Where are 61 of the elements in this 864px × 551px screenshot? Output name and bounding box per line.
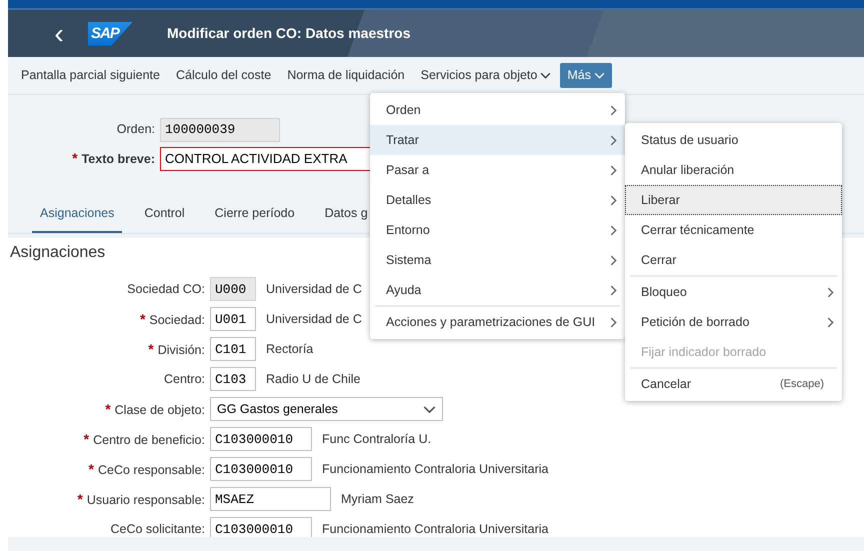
required-mark: *	[84, 430, 90, 446]
field-label: División:	[158, 342, 205, 356]
toolbar-button[interactable]: Pantalla parcial siguiente	[14, 63, 167, 88]
menu-item[interactable]: Sistema	[370, 245, 625, 275]
back-button[interactable]: ‹	[44, 18, 74, 48]
logo: SAP	[88, 22, 133, 46]
menu-item[interactable]: Ayuda	[370, 275, 625, 305]
field-description: Funcionamiento Contraloria Universitaria	[322, 520, 548, 538]
field-label: Sociedad:	[149, 312, 205, 326]
field-description: Rectoría	[266, 340, 314, 358]
required-mark: *	[88, 460, 94, 476]
field-label: Clase de objeto:	[114, 402, 205, 416]
input-field[interactable]: C103000010	[210, 427, 312, 451]
menu-item[interactable]: Cancelar (Escape)	[625, 369, 842, 399]
section-title: Asignaciones	[10, 244, 106, 261]
field-description: Funcionamiento Contraloria Universitaria	[322, 460, 548, 478]
page-title: Modificar orden CO: Datos maestros	[167, 24, 410, 43]
tab[interactable]: Cierre período	[206, 198, 303, 233]
field-description: Func Contraloría U.	[322, 430, 432, 448]
field-description: Universidad de C	[266, 310, 362, 328]
toolbar-button[interactable]: Más	[560, 63, 612, 88]
menu-item[interactable]: Cerrar	[625, 245, 842, 275]
field-label: Centro:	[164, 372, 205, 386]
field-description: Myriam Saez	[341, 490, 414, 508]
menu-item[interactable]: Liberar	[625, 185, 842, 215]
input-field[interactable]: MSAEZ	[210, 487, 331, 511]
field-label: Texto breve:	[82, 152, 155, 166]
field-label: CeCo solicitante:	[110, 522, 205, 536]
input-field[interactable]: U001	[210, 307, 256, 331]
input-field[interactable]: C101	[210, 337, 256, 361]
field-label: CeCo responsable:	[98, 462, 205, 476]
menu-item[interactable]: Anular liberación	[625, 155, 842, 185]
menu-item[interactable]: Bloqueo	[625, 277, 842, 307]
tab[interactable]: Control	[136, 198, 193, 233]
input-field[interactable]: C103	[210, 367, 256, 391]
input-field[interactable]: 100000039	[160, 118, 280, 142]
field-label: Centro de beneficio:	[93, 432, 205, 446]
menu-item[interactable]: Tratar	[370, 125, 625, 155]
toolbar-button[interactable]: Cálculo del coste	[168, 63, 278, 88]
field-label: Orden:	[116, 122, 155, 136]
tab[interactable]: Asignaciones	[32, 198, 122, 233]
menu-item[interactable]: Petición de borrado	[625, 307, 842, 337]
input-field[interactable]: U000	[210, 277, 256, 301]
required-mark: *	[140, 310, 146, 326]
menu-item[interactable]: Acciones y parametrizaciones de GUI	[370, 307, 625, 337]
dropdown-field[interactable]: GG Gastos generales	[210, 397, 443, 421]
menu-item[interactable]: Orden	[370, 95, 625, 125]
field-description: Universidad de C	[266, 280, 362, 298]
input-field[interactable]: C103000010	[210, 457, 312, 481]
menu-item[interactable]: Status de usuario	[625, 125, 842, 155]
toolbar-button[interactable]: Norma de liquidación	[280, 63, 412, 88]
field-label: Sociedad CO:	[127, 282, 205, 296]
menu-item[interactable]: Cerrar técnicamente	[625, 215, 842, 245]
shortcut-text: (Escape)	[780, 376, 824, 392]
required-mark: *	[148, 340, 154, 356]
required-mark: *	[105, 400, 111, 416]
required-mark: *	[72, 150, 78, 166]
field-description: Radio U de Chile	[266, 370, 360, 388]
toolbar-button[interactable]: Servicios para objeto	[414, 63, 558, 88]
required-mark: *	[77, 490, 83, 506]
field-label: Usuario responsable:	[86, 492, 205, 506]
